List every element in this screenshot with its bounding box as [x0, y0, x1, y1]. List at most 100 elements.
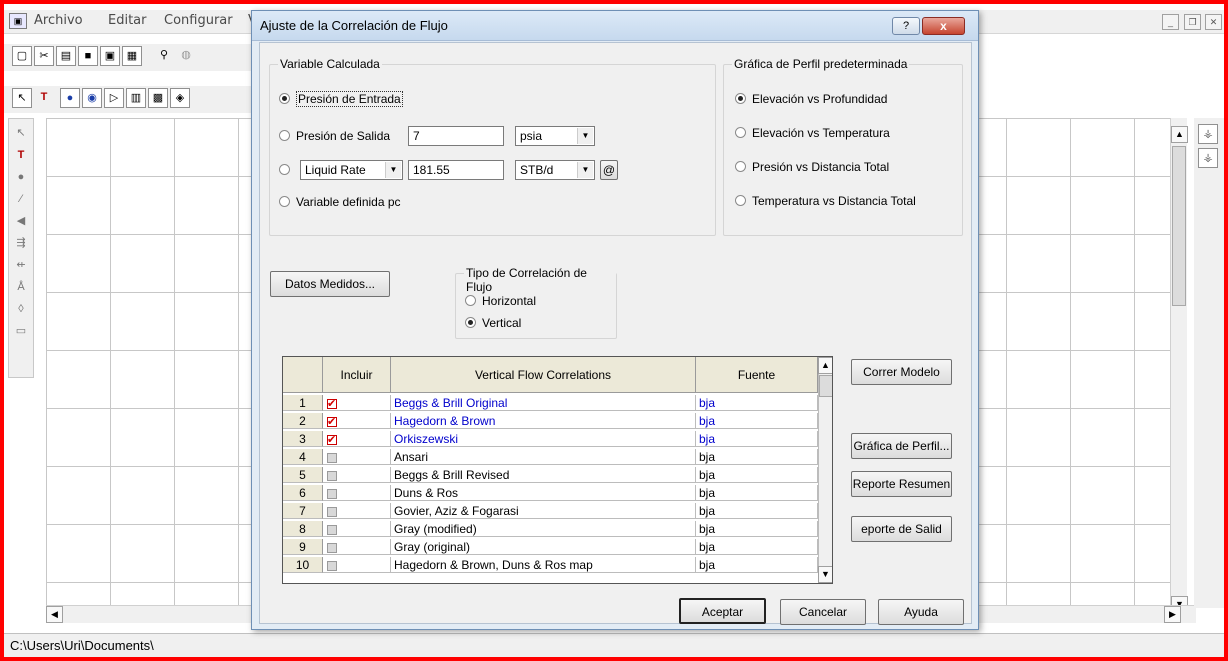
liquid-rate-input[interactable]: 181.55	[408, 160, 504, 180]
checked-checkbox-icon[interactable]	[327, 432, 337, 446]
checkbox-icon[interactable]	[327, 543, 337, 553]
scroll-left-icon[interactable]: ◀	[46, 606, 63, 623]
aceptar-button[interactable]: Aceptar	[679, 598, 766, 624]
include-checkbox-cell[interactable]	[323, 395, 391, 411]
injection-icon[interactable]: ⇶	[12, 233, 30, 253]
new-file-icon[interactable]: ▢	[12, 46, 32, 66]
scroll-right-icon[interactable]: ▶	[1164, 606, 1181, 623]
checkbox-icon[interactable]	[327, 489, 337, 499]
dialog-titlebar[interactable]: Ajuste de la Correlación de Flujo ? x	[252, 11, 978, 41]
cut-icon[interactable]: ✂	[34, 46, 54, 66]
liquid-rate-select[interactable]: Liquid Rate ▼	[300, 160, 403, 180]
grid-scrollbar[interactable]: ▲ ▼	[818, 357, 832, 583]
include-checkbox-cell[interactable]	[323, 503, 391, 519]
reporte-salida-button[interactable]: eporte de Salid	[851, 516, 952, 542]
scroll-up-icon[interactable]: ▲	[818, 357, 832, 374]
table-row[interactable]: 3 Orkiszewskibja	[283, 431, 818, 447]
radio-elevacion-profundidad[interactable]: Elevación vs Profundidad	[735, 92, 887, 106]
grafica-perfil-button[interactable]: Gráfica de Perfil...	[851, 433, 952, 459]
presion-salida-unit-select[interactable]: psia ▼	[515, 126, 595, 146]
report-icon[interactable]: ▭	[12, 321, 30, 341]
node-icon[interactable]: ●	[12, 167, 30, 187]
chevron-down-icon[interactable]: ▼	[577, 128, 593, 144]
table-row[interactable]: 4 Ansari bja	[283, 449, 818, 465]
include-checkbox-cell[interactable]	[323, 521, 391, 537]
checkbox-icon[interactable]	[327, 453, 337, 463]
print-icon[interactable]: ▦	[122, 46, 142, 66]
compressor-icon[interactable]: ◈	[170, 88, 190, 108]
checkbox-icon[interactable]	[327, 561, 337, 571]
pointer-icon[interactable]: ↖	[12, 88, 32, 108]
binoculars-icon[interactable]: ⚲	[154, 46, 174, 66]
checkbox-icon[interactable]	[327, 525, 337, 535]
include-checkbox-cell[interactable]	[323, 467, 391, 483]
table-row[interactable]: 7 Govier, Aziz & Fogarasi bja	[283, 503, 818, 519]
globe-icon[interactable]: ◍	[176, 46, 196, 66]
chevron-down-icon[interactable]: ▼	[385, 162, 401, 178]
header-correlations[interactable]: Vertical Flow Correlations	[391, 357, 696, 393]
radio-presion-salida[interactable]: Presión de Salida	[279, 129, 390, 143]
menu-editar[interactable]: Editar	[108, 13, 147, 28]
checked-checkbox-icon[interactable]	[327, 396, 337, 410]
pump-icon[interactable]: Å	[12, 277, 30, 297]
ayuda-button[interactable]: Ayuda	[878, 599, 964, 625]
radio-horizontal[interactable]: Horizontal	[465, 294, 536, 308]
text-icon[interactable]: T	[12, 145, 30, 165]
minimize-icon[interactable]: _	[1162, 14, 1179, 30]
radio-liquid-rate[interactable]	[279, 163, 296, 177]
scroll-up-icon[interactable]: ▲	[1171, 126, 1188, 143]
menu-archivo[interactable]: Archivo	[34, 13, 83, 28]
choke-icon[interactable]: ◀	[12, 211, 30, 231]
production-icon[interactable]: ⇷	[12, 255, 30, 275]
open-folder-icon[interactable]: ▤	[56, 46, 76, 66]
table-row[interactable]: 9 Gray (original) bja	[283, 539, 818, 555]
close-dialog-icon[interactable]: x	[922, 17, 965, 35]
menu-configurar[interactable]: Configurar	[164, 13, 233, 28]
radio-variable-definida[interactable]: Variable definida pc	[279, 195, 401, 209]
header-fuente[interactable]: Fuente	[696, 357, 818, 393]
help-icon[interactable]: ?	[892, 17, 920, 35]
valve-icon[interactable]: ◊	[12, 299, 30, 319]
correlations-grid[interactable]: Incluir Vertical Flow Correlations Fuent…	[282, 356, 833, 584]
checked-checkbox-icon[interactable]	[327, 414, 337, 428]
include-checkbox-cell[interactable]	[323, 413, 391, 429]
correr-modelo-button[interactable]: Correr Modelo	[851, 359, 952, 385]
radio-temperatura-distancia[interactable]: Temperatura vs Distancia Total	[735, 194, 916, 208]
include-checkbox-cell[interactable]	[323, 449, 391, 465]
save-icon[interactable]: ■	[78, 46, 98, 66]
table-row[interactable]: 10 Hagedorn & Brown, Duns & Ros map bja	[283, 557, 818, 573]
radio-elevacion-temperatura[interactable]: Elevación vs Temperatura	[735, 126, 890, 140]
include-checkbox-cell[interactable]	[323, 557, 391, 573]
header-incluir[interactable]: Incluir	[323, 357, 391, 393]
heat-exchanger-icon[interactable]: ▩	[148, 88, 168, 108]
tree-alt-icon[interactable]: ⚶	[1198, 148, 1218, 168]
save-as-icon[interactable]: ▣	[100, 46, 120, 66]
chevron-down-icon[interactable]: ▼	[577, 162, 593, 178]
tree-icon[interactable]: ⚶	[1198, 124, 1218, 144]
presion-salida-input[interactable]: 7	[408, 126, 504, 146]
source-icon[interactable]: ◉	[82, 88, 102, 108]
separator-icon[interactable]: ▥	[126, 88, 146, 108]
include-checkbox-cell[interactable]	[323, 431, 391, 447]
liquid-rate-unit-select[interactable]: STB/d ▼	[515, 160, 595, 180]
table-row[interactable]: 1 Beggs & Brill Originalbja	[283, 395, 818, 411]
restore-icon[interactable]: ❐	[1184, 14, 1201, 30]
radio-presion-entrada[interactable]: Presión de Entrada	[279, 91, 403, 107]
scroll-thumb[interactable]	[1172, 146, 1186, 306]
close-icon[interactable]: ✕	[1205, 14, 1222, 30]
checkbox-icon[interactable]	[327, 471, 337, 481]
checkbox-icon[interactable]	[327, 507, 337, 517]
grid-scroll-thumb[interactable]	[819, 375, 832, 397]
vertical-scrollbar[interactable]: ▲ ▼	[1170, 118, 1188, 618]
radio-presion-distancia[interactable]: Presión vs Distancia Total	[735, 160, 889, 174]
table-row[interactable]: 8 Gray (modified) bja	[283, 521, 818, 537]
table-row[interactable]: 6 Duns & Ros bja	[283, 485, 818, 501]
scroll-down-icon[interactable]: ▼	[818, 566, 832, 583]
select-arrow-icon[interactable]: ↖	[12, 123, 30, 143]
include-checkbox-cell[interactable]	[323, 539, 391, 555]
text-tool-icon[interactable]: T	[34, 88, 54, 108]
table-row[interactable]: 2 Hagedorn & Brownbja	[283, 413, 818, 429]
at-button[interactable]: @	[600, 160, 618, 180]
cancelar-button[interactable]: Cancelar	[780, 599, 866, 625]
reporte-resumen-button[interactable]: Reporte Resumen	[851, 471, 952, 497]
